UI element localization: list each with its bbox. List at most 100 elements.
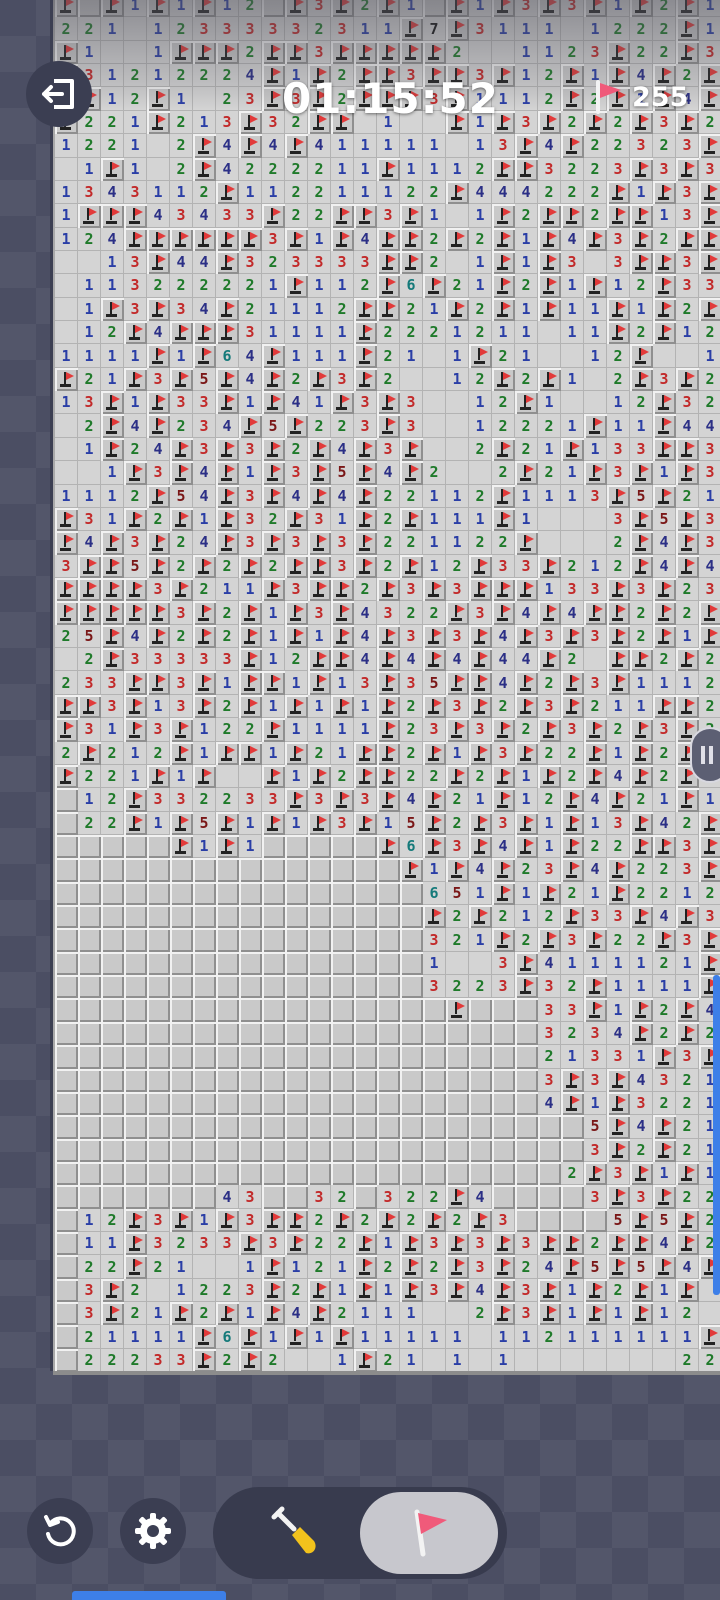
- flagged-cell[interactable]: [147, 764, 170, 789]
- number-cell[interactable]: 1: [676, 881, 699, 906]
- number-cell[interactable]: 1: [607, 0, 630, 18]
- flagged-cell[interactable]: [331, 577, 354, 602]
- number-cell[interactable]: 1: [170, 87, 193, 111]
- flagged-cell[interactable]: [561, 671, 584, 695]
- number-cell[interactable]: 2: [515, 928, 538, 952]
- number-cell[interactable]: 2: [561, 881, 584, 906]
- covered-cell[interactable]: [101, 858, 124, 882]
- covered-cell[interactable]: [446, 1068, 469, 1092]
- number-cell[interactable]: 1: [469, 391, 492, 415]
- number-cell[interactable]: 1: [101, 1232, 124, 1256]
- number-cell[interactable]: 2: [216, 624, 239, 649]
- flagged-cell[interactable]: [676, 788, 699, 812]
- number-cell[interactable]: 2: [101, 1255, 124, 1279]
- number-cell[interactable]: 1: [308, 274, 331, 298]
- number-cell[interactable]: 3: [377, 437, 400, 462]
- number-cell[interactable]: 3: [216, 110, 239, 135]
- empty-cell[interactable]: [423, 344, 446, 368]
- flagged-cell[interactable]: [262, 671, 285, 695]
- number-cell[interactable]: 2: [400, 1208, 423, 1233]
- number-cell[interactable]: 2: [699, 881, 720, 906]
- flagged-cell[interactable]: [262, 718, 285, 742]
- flagged-cell[interactable]: [653, 694, 676, 719]
- flagged-cell[interactable]: [354, 321, 377, 345]
- flagged-cell[interactable]: [216, 1302, 239, 1326]
- number-cell[interactable]: 1: [262, 1325, 285, 1349]
- flagged-cell[interactable]: [193, 764, 216, 789]
- number-cell[interactable]: 1: [699, 17, 720, 41]
- covered-cell[interactable]: [377, 928, 400, 952]
- covered-cell[interactable]: [331, 1161, 354, 1186]
- empty-cell[interactable]: [423, 391, 446, 415]
- number-cell[interactable]: 1: [469, 414, 492, 438]
- flagged-cell[interactable]: [515, 671, 538, 695]
- covered-cell[interactable]: [400, 905, 423, 929]
- flagged-cell[interactable]: [78, 554, 101, 578]
- number-cell[interactable]: 1: [469, 507, 492, 532]
- number-cell[interactable]: 1: [239, 391, 262, 415]
- number-cell[interactable]: 1: [561, 951, 584, 976]
- covered-cell[interactable]: [55, 998, 78, 1022]
- number-cell[interactable]: 2: [515, 274, 538, 298]
- flagged-cell[interactable]: [262, 461, 285, 485]
- covered-cell[interactable]: [124, 1185, 147, 1209]
- flagged-cell[interactable]: [492, 928, 515, 952]
- number-cell[interactable]: 1: [124, 0, 147, 18]
- number-cell[interactable]: 3: [170, 788, 193, 812]
- flagged-cell[interactable]: [423, 694, 446, 719]
- empty-cell[interactable]: [55, 157, 78, 181]
- flagged-cell[interactable]: [285, 624, 308, 649]
- number-cell[interactable]: 3: [676, 1045, 699, 1069]
- number-cell[interactable]: 2: [630, 881, 653, 906]
- covered-cell[interactable]: [216, 881, 239, 906]
- number-cell[interactable]: 3: [216, 1232, 239, 1256]
- flagged-cell[interactable]: [377, 0, 400, 18]
- number-cell[interactable]: 2: [354, 274, 377, 298]
- flagged-cell[interactable]: [101, 204, 124, 228]
- flagged-cell[interactable]: [147, 391, 170, 415]
- number-cell[interactable]: 2: [561, 1021, 584, 1046]
- number-cell[interactable]: 1: [446, 157, 469, 181]
- number-cell[interactable]: 4: [400, 648, 423, 672]
- number-cell[interactable]: 3: [607, 1045, 630, 1069]
- flagged-cell[interactable]: [446, 1232, 469, 1256]
- number-cell[interactable]: 2: [262, 250, 285, 275]
- flagged-cell[interactable]: [170, 834, 193, 859]
- flagged-cell[interactable]: [515, 811, 538, 835]
- number-cell[interactable]: 4: [561, 601, 584, 625]
- number-cell[interactable]: 1: [78, 297, 101, 322]
- flagged-cell[interactable]: [354, 437, 377, 462]
- number-cell[interactable]: 3: [400, 391, 423, 415]
- number-cell[interactable]: 1: [676, 1325, 699, 1349]
- number-cell[interactable]: 1: [515, 1325, 538, 1349]
- number-cell[interactable]: 1: [469, 134, 492, 158]
- number-cell[interactable]: 2: [400, 484, 423, 508]
- number-cell[interactable]: 2: [308, 1255, 331, 1279]
- flagged-cell[interactable]: [699, 204, 720, 228]
- number-cell[interactable]: 4: [653, 905, 676, 929]
- flagged-cell[interactable]: [630, 1232, 653, 1256]
- number-cell[interactable]: 1: [308, 718, 331, 742]
- number-cell[interactable]: 3: [469, 17, 492, 41]
- number-cell[interactable]: 1: [331, 274, 354, 298]
- flagged-cell[interactable]: [561, 694, 584, 719]
- number-cell[interactable]: 1: [446, 367, 469, 392]
- number-cell[interactable]: 2: [607, 110, 630, 135]
- flagged-cell[interactable]: [653, 391, 676, 415]
- covered-cell[interactable]: [124, 1045, 147, 1069]
- number-cell[interactable]: 4: [216, 1185, 239, 1209]
- number-cell[interactable]: 1: [377, 134, 400, 158]
- number-cell[interactable]: 3: [630, 1185, 653, 1209]
- number-cell[interactable]: 3: [331, 367, 354, 392]
- number-cell[interactable]: 3: [285, 577, 308, 602]
- number-cell[interactable]: 3: [538, 858, 561, 882]
- number-cell[interactable]: 2: [607, 834, 630, 859]
- covered-cell[interactable]: [170, 1068, 193, 1092]
- flagged-cell[interactable]: [147, 110, 170, 135]
- number-cell[interactable]: 3: [561, 0, 584, 18]
- number-cell[interactable]: 2: [699, 391, 720, 415]
- flagged-cell[interactable]: [607, 40, 630, 65]
- covered-cell[interactable]: [538, 1138, 561, 1162]
- number-cell[interactable]: 1: [124, 741, 147, 765]
- covered-cell[interactable]: [377, 1021, 400, 1046]
